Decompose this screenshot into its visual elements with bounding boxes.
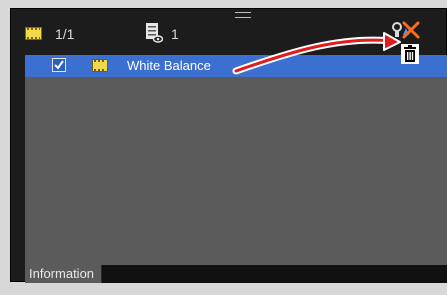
arrow-head-icon — [383, 32, 401, 51]
annotation-overlay — [232, 32, 401, 75]
trash-icon — [401, 44, 419, 64]
